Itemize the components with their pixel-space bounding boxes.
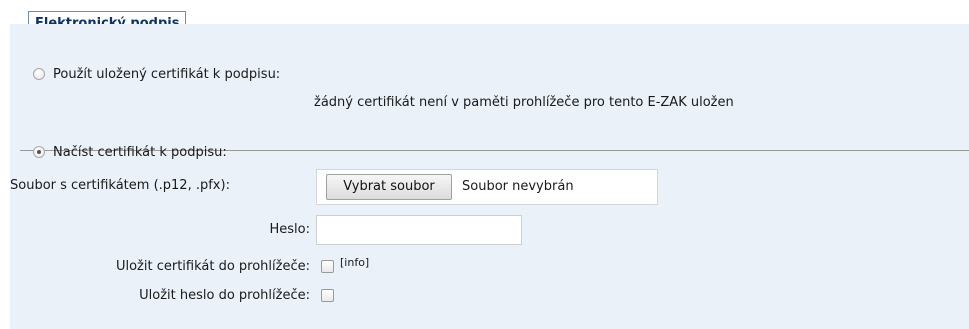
info-link[interactable]: [info] (340, 256, 369, 269)
cert-file-input[interactable]: Vybrat soubor Soubor nevybrán (316, 169, 658, 205)
save-password-checkbox[interactable] (321, 289, 334, 302)
save-password-label: Uložit heslo do prohlížeče: (139, 288, 310, 303)
use-stored-cert-label[interactable]: Použít uložený certifikát k podpisu: (53, 67, 280, 83)
save-cert-checkbox[interactable] (321, 260, 334, 273)
stored-cert-status: žádný certifikát není v paměti prohlížeč… (314, 95, 734, 110)
file-status-text: Soubor nevybrán (462, 179, 574, 194)
load-cert-radio[interactable] (33, 146, 45, 158)
choose-file-button[interactable]: Vybrat soubor (326, 174, 452, 200)
cert-file-label: Soubor s certifikátem (.p12, .pfx): (10, 178, 230, 193)
save-cert-label: Uložit certifikát do prohlížeče: (115, 259, 310, 274)
use-stored-cert-radio[interactable] (33, 68, 45, 80)
load-cert-label[interactable]: Načíst certifikát k podpisu: (53, 145, 227, 161)
password-label: Heslo: (269, 222, 311, 237)
password-field[interactable] (316, 215, 522, 245)
